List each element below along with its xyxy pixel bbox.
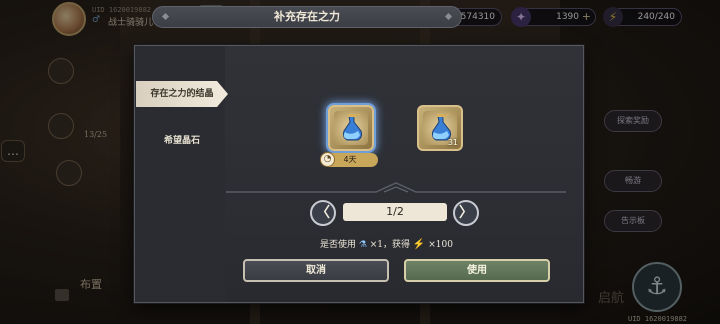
cancel-button[interactable]: 取消: [243, 259, 389, 282]
timer-badge: ◔ 4天: [320, 152, 378, 167]
clock-icon: ◔: [320, 152, 335, 167]
item-count: 31: [447, 138, 458, 147]
divider-ornament: [226, 182, 566, 193]
title-ornament-left: [161, 12, 170, 21]
use-button[interactable]: 使用: [404, 259, 550, 282]
potion-icon: ⚗: [358, 239, 367, 250]
usage-text: 是否使用 ⚗ ×1，获得 ⚡ ×100: [320, 239, 453, 250]
item-slot-selected[interactable]: [328, 105, 374, 151]
bolt-icon: ⚡: [412, 239, 426, 250]
prev-button[interactable]: 〈: [310, 200, 336, 226]
item-slot[interactable]: 31: [417, 105, 463, 151]
quantity-display: 1/2: [343, 203, 447, 221]
next-button[interactable]: 〉: [453, 200, 479, 226]
title-ornament-right: [444, 12, 453, 21]
dialog-title: 补充存在之力: [152, 6, 462, 28]
potion-icon: [342, 113, 363, 141]
tab-hope-crystal[interactable]: 希望晶石: [136, 128, 228, 154]
tab-existence-crystal[interactable]: 存在之力的结晶: [136, 81, 228, 107]
